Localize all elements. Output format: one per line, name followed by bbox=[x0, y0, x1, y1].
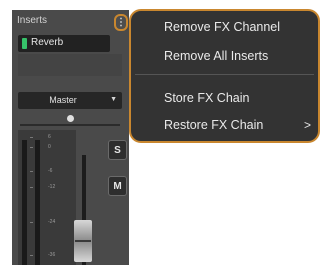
scale-tick bbox=[30, 147, 33, 148]
menu-item-restore-fx-chain[interactable]: Restore FX Chain bbox=[164, 118, 263, 132]
menu-item-store-fx-chain[interactable]: Store FX Chain bbox=[164, 91, 249, 105]
insert-active-led-icon[interactable] bbox=[22, 38, 27, 49]
chevron-down-icon: ▼ bbox=[110, 96, 117, 103]
context-menu: Remove FX Channel Remove All Inserts Sto… bbox=[129, 9, 320, 143]
insert-slot-label: Reverb bbox=[31, 37, 64, 48]
meter-scale-label: -24 bbox=[48, 219, 56, 225]
scale-tick bbox=[30, 255, 33, 256]
meter-scale-label: 6 bbox=[48, 134, 51, 140]
meter-bar-left bbox=[22, 140, 27, 265]
output-routing-label: Master bbox=[49, 95, 77, 105]
meter-scale-label: -36 bbox=[48, 252, 56, 258]
volume-fader-handle[interactable] bbox=[74, 220, 92, 262]
insert-slot-empty[interactable] bbox=[18, 54, 122, 76]
insert-slot-reverb[interactable]: Reverb bbox=[18, 35, 110, 52]
channel-strip: Inserts ⋮ Reverb Master ▼ 6 0 -6 -12 -24… bbox=[12, 10, 129, 265]
scale-tick bbox=[30, 187, 33, 188]
pan-slider-handle[interactable] bbox=[67, 115, 74, 122]
more-options-icon[interactable]: ⋮ bbox=[114, 14, 128, 31]
meter-scale-label: -12 bbox=[48, 184, 56, 190]
pan-slider-track[interactable] bbox=[20, 124, 120, 126]
meter-scale-label: -6 bbox=[48, 168, 53, 174]
inserts-title: Inserts bbox=[17, 15, 48, 26]
scale-tick bbox=[30, 222, 33, 223]
solo-button[interactable]: S bbox=[108, 140, 127, 160]
output-routing-select[interactable]: Master ▼ bbox=[18, 92, 122, 109]
meter-bar-right bbox=[35, 140, 40, 265]
scale-tick bbox=[30, 137, 33, 138]
menu-item-remove-all-inserts[interactable]: Remove All Inserts bbox=[164, 49, 268, 63]
menu-item-remove-fx-channel[interactable]: Remove FX Channel bbox=[164, 20, 280, 34]
scale-tick bbox=[30, 171, 33, 172]
menu-divider bbox=[135, 74, 314, 75]
mute-button[interactable]: M bbox=[108, 176, 127, 196]
meter-scale-label: 0 bbox=[48, 144, 51, 150]
chevron-right-icon: > bbox=[303, 118, 311, 132]
